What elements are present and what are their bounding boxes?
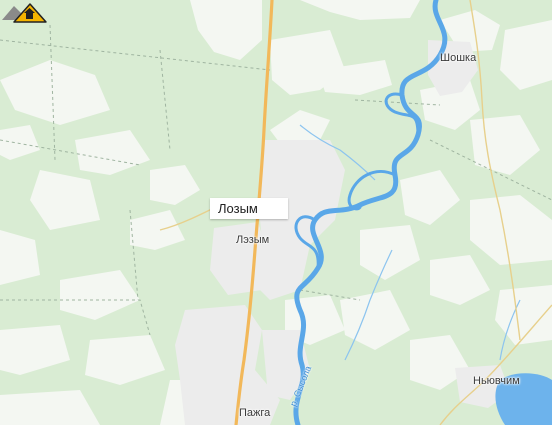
settlement-marker-icon[interactable]	[0, 0, 50, 24]
place-label-pazhga[interactable]: Пажга	[239, 407, 270, 419]
selected-place-label[interactable]: Лозым	[210, 198, 288, 219]
place-label-nyuvchim[interactable]: Ньювчим	[473, 375, 520, 387]
selected-place-name: Лозым	[218, 201, 258, 216]
map-canvas[interactable]: Лозым Шошка Лэзым Пажга Ньювчим р. Сысол…	[0, 0, 552, 425]
place-label-lezym[interactable]: Лэзым	[236, 234, 269, 246]
place-label-shoshka[interactable]: Шошка	[440, 52, 476, 64]
